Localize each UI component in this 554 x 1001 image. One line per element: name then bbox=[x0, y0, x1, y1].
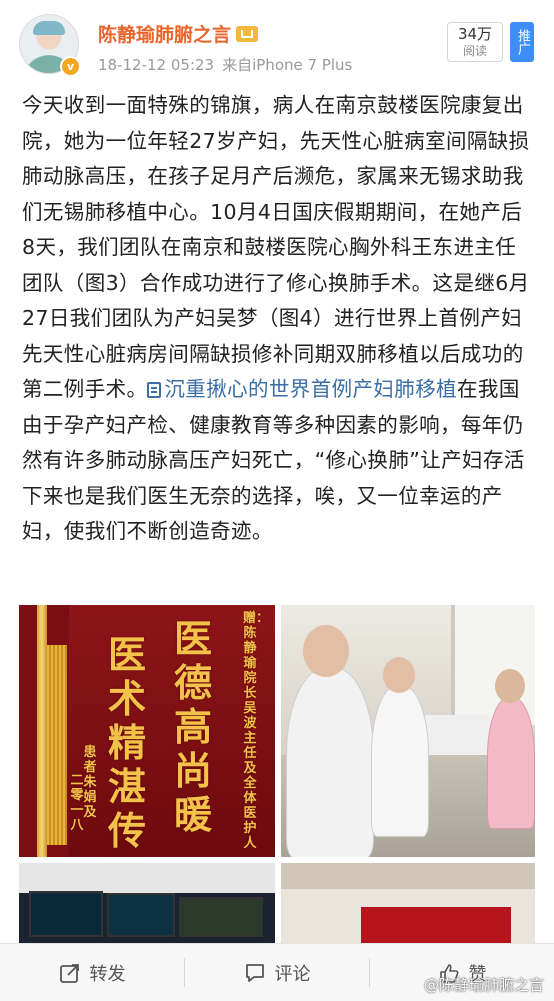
watermark: @陈静瑜肺腑之言 bbox=[423, 976, 544, 994]
hospital-bed bbox=[421, 715, 491, 755]
banner-date: 二零一八 bbox=[70, 773, 84, 833]
monitor-screen bbox=[107, 893, 175, 937]
patient-figure bbox=[487, 697, 535, 829]
article-link-icon bbox=[147, 382, 162, 398]
doctor-figure bbox=[371, 685, 429, 837]
post-meta: 18-12-12 05:23 来自iPhone 7 Plus bbox=[98, 54, 352, 75]
comment-button[interactable]: 评论 bbox=[185, 944, 369, 1001]
verified-badge-icon: v bbox=[60, 56, 81, 77]
banner-right-column: 医德高尚暖 bbox=[173, 616, 212, 837]
post-body: 今天收到一面特殊的锦旗，病人在南京鼓楼医院康复出院，她为一位年轻27岁产妇，先天… bbox=[22, 88, 534, 550]
doctor-head bbox=[303, 625, 349, 677]
ceiling bbox=[19, 863, 275, 893]
post-source: 来自iPhone 7 Plus bbox=[222, 56, 353, 74]
banner-tassel bbox=[47, 645, 67, 845]
repost-label: 转发 bbox=[89, 963, 126, 985]
photo-banner[interactable]: 医德高尚暖 医术精湛传四 赠：陈静瑜院长 吴波主任及全体医护人 患者朱娟及 二零… bbox=[19, 605, 275, 857]
ceiling bbox=[281, 863, 535, 889]
silk-banner: 医德高尚暖 医术精湛传四 赠：陈静瑜院长 吴波主任及全体医护人 患者朱娟及 二零… bbox=[69, 605, 275, 857]
read-label: 阅读 bbox=[462, 44, 487, 58]
repost-button[interactable]: 转发 bbox=[0, 944, 184, 1001]
promote-button[interactable]: 推广 bbox=[510, 22, 534, 62]
red-banner bbox=[361, 907, 511, 943]
monitor-screen bbox=[179, 897, 263, 937]
timestamp: 18-12-12 05:23 bbox=[98, 56, 215, 74]
vip-crown-icon bbox=[236, 26, 259, 42]
photo-monitors[interactable] bbox=[19, 863, 275, 943]
banner-pole bbox=[37, 605, 47, 857]
banner-dedication: 赠：陈静瑜院长 吴波主任及全体医护人 bbox=[243, 611, 270, 851]
article-link[interactable]: 沉重揪心的世界首例产妇肺移植 bbox=[147, 377, 457, 401]
photo-second-banner[interactable] bbox=[281, 863, 535, 943]
read-count-box: 34万 阅读 bbox=[447, 22, 503, 62]
patient-head bbox=[495, 669, 525, 703]
post-text: 今天收到一面特殊的锦旗，病人在南京鼓楼医院康复出院，她为一位年轻27岁产妇，先天… bbox=[22, 93, 530, 401]
read-count: 34万 bbox=[457, 25, 493, 43]
post-text-continued: 在我国由于孕产妇产检、健康教育等多种因素的影响，每年仍然有许多肺动脉高压产妇死亡… bbox=[22, 377, 525, 543]
doctor-head bbox=[383, 657, 415, 693]
photo-ward[interactable] bbox=[281, 605, 535, 857]
banner-signature: 患者朱娟及 bbox=[83, 745, 97, 820]
username[interactable]: 陈静瑜肺腑之言 bbox=[98, 20, 259, 47]
banner-left-column: 医术精湛传四 bbox=[107, 632, 146, 858]
repost-icon bbox=[59, 963, 79, 983]
comment-icon bbox=[245, 963, 264, 982]
article-link-label[interactable]: 沉重揪心的世界首例产妇肺移植 bbox=[164, 377, 457, 401]
doctor-figure bbox=[286, 667, 374, 857]
monitor-screen bbox=[29, 891, 103, 937]
comment-label: 评论 bbox=[274, 963, 311, 985]
